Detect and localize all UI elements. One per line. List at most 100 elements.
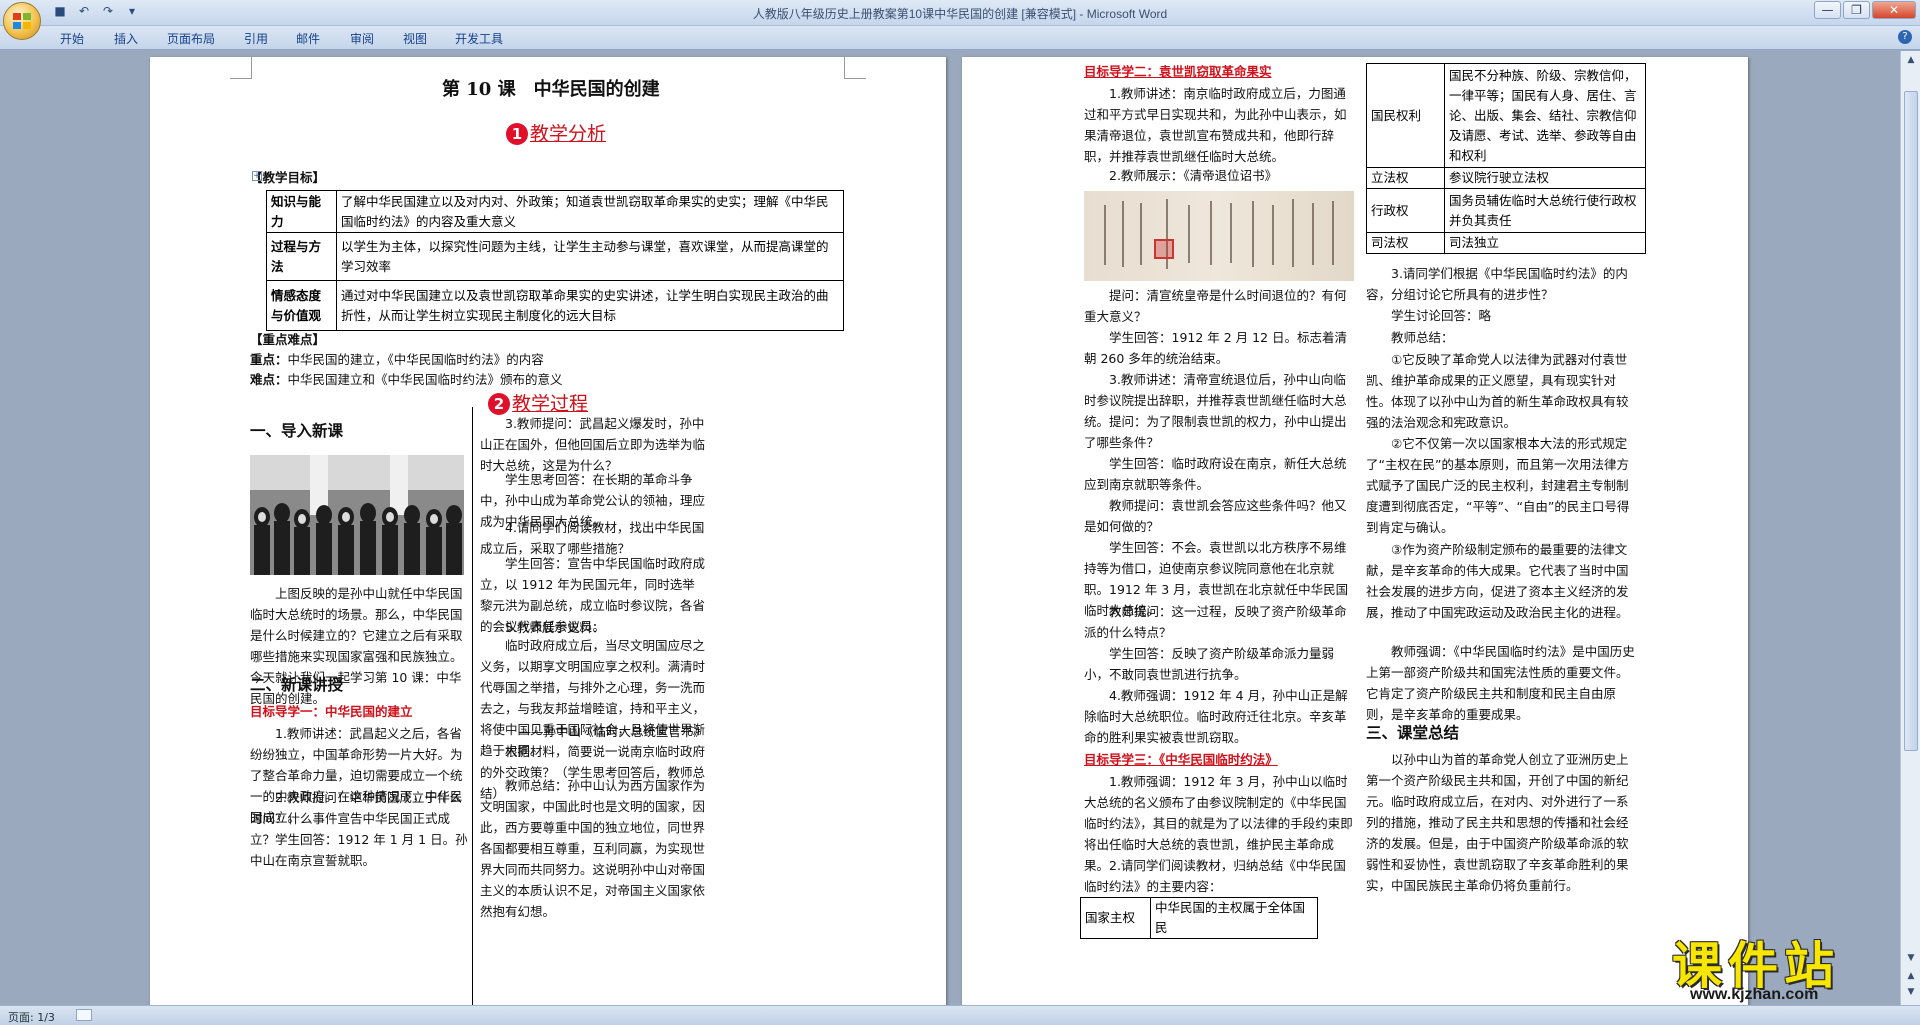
table-cell-key: 司法权 — [1366, 232, 1445, 254]
goal-2-heading: 目标导学二：袁世凯窃取革命果实 — [1084, 64, 1272, 79]
window-controls: — ❐ ✕ — [1814, 1, 1916, 19]
historical-photo — [250, 455, 464, 575]
close-icon[interactable]: ✕ — [1872, 1, 1916, 19]
scroll-up-icon[interactable]: ▲ — [1904, 53, 1918, 67]
table-cell-value: 通过对中华民国建立以及袁世凯窃取革命果实的史实讲述，让学生明白实现民主政治的曲折… — [336, 280, 844, 331]
lesson-paragraph: 1.教师讲述：南京临时政府成立后，力图通过和平方式早日实现共和，为此孙中山表示，… — [1084, 86, 1347, 164]
section-label: 教学分析 — [530, 123, 607, 145]
tab-developer[interactable]: 开发工具 — [455, 30, 503, 47]
table-cell-value: 以学生为主体，以探究性问题为主线，让学生主动参与课堂，喜欢课堂，从而提高课堂的学… — [336, 232, 844, 281]
constitution-table-part1: 国家主权 中华民国的主权属于全体国民 — [1080, 897, 1318, 939]
lesson-paragraph: 学生回答：1912 年 1 月 1 日。孙中山在南京宣誓就职。 — [250, 832, 468, 868]
help-icon[interactable]: ? — [1898, 30, 1912, 44]
tab-view[interactable]: 视图 — [403, 30, 427, 47]
lesson-paragraph: 学生回答：临时政府设在南京，新任大总统应到南京就职等条件。 — [1084, 456, 1347, 492]
difficulty-line: 难点：中华民国建立和《中华民国临时约法》颁布的意义 — [250, 369, 563, 390]
lesson-paragraph: 3.请同学们根据《中华民国临时约法》的内容，分组讨论它所具有的进步性？ — [1366, 266, 1628, 302]
scroll-thumb[interactable] — [1904, 91, 1918, 751]
tab-review[interactable]: 审阅 — [350, 30, 374, 47]
lesson-paragraph: ①它反映了革命党人以法律为武器对付袁世凯、维护革命成果的正义愿望，具有现实针对性… — [1366, 352, 1629, 430]
diff-text: 中华民国建立和《中华民国临时约法》颁布的意义 — [287, 372, 563, 387]
table-cell-key: 立法权 — [1366, 167, 1445, 189]
table-cell-key: 行政权 — [1366, 188, 1445, 233]
heading-intro: 一、导入新课 — [250, 422, 344, 440]
keypoints-heading: 【重点难点】 — [250, 332, 326, 347]
office-logo-icon — [13, 13, 31, 29]
status-bar: 页面: 1/3 — [0, 1005, 1920, 1025]
document-workspace: 第 10 课 中华民国的创建 1 教学分析 【教学目标】 + 知识与能力 了解中华… — [0, 51, 1900, 1005]
table-cell-key: 过程与方法 — [266, 232, 337, 281]
table-cell-key: 国民权利 — [1366, 63, 1445, 168]
ribbon-tabs: 开始 插入 页面布局 引用 邮件 审阅 视图 开发工具 ? — [0, 26, 1920, 50]
table-cell-value: 国民不分种族、阶级、宗教信仰，一律平等；国民有人身、居住、言论、出版、集会、结社… — [1444, 63, 1646, 168]
lesson-paragraph: 2.教师展示：《清帝退位诏书》 — [1109, 168, 1278, 183]
section-number-badge: 2 — [488, 393, 510, 415]
tab-home[interactable]: 开始 — [60, 30, 84, 47]
restore-icon[interactable]: ❐ — [1843, 1, 1870, 19]
lesson-paragraph: 4.教师强调：1912 年 4 月，孙中山正是解除临时大总统职位。临时政府迁往北… — [1084, 688, 1348, 745]
office-button[interactable] — [3, 2, 41, 40]
section-label: 教学过程 — [512, 393, 589, 415]
goal-3-heading: 目标导学三：《中华民国临时约法》 — [1084, 752, 1278, 767]
heading-new-lesson: 二、新课讲授 — [250, 676, 344, 694]
lesson-paragraph: 3.教师提问：武昌起义爆发时，孙中山正在国外，但他回国后立即为选举为临时大总统，… — [480, 416, 706, 473]
title-bar: ■ ↶ ↷ ▾ 人教版八年级历史上册教案第10课中华民国的创建 [兼容模式] -… — [0, 0, 1920, 26]
lesson-paragraph: 教师提问：这一过程，反映了资产阶级革命派的什么特点？ — [1084, 604, 1347, 640]
table-row: 情感态度与价值观 通过对中华民国建立以及袁世凯窃取革命果实的史实讲述，让学生明白… — [266, 280, 844, 331]
abdication-edict-image — [1084, 191, 1354, 281]
tab-page-layout[interactable]: 页面布局 — [167, 30, 215, 47]
table-cell-value: 了解中华民国建立以及对内对、外政策；知道袁世凯窃取革命果实的史实；理解《中华民国… — [336, 190, 844, 233]
heading-summary: 三、课堂总结 — [1366, 724, 1460, 742]
minimize-icon[interactable]: — — [1814, 1, 1841, 19]
watermark-url: www.kjzhan.com — [1690, 986, 1819, 1003]
watermark-logo: 课件站 www.kjzhan.com — [1660, 926, 1920, 1006]
lesson-paragraph: 教师总结：孙中山认为西方国家作为文明国家，中国此时也是文明的国家，因此，西方要尊… — [480, 778, 706, 919]
document-page-2[interactable]: 目标导学二：袁世凯窃取革命果实 1.教师讲述：南京临时政府成立后，力图通过和平方… — [962, 57, 1748, 1005]
table-row: 知识与能力 了解中华民国建立以及对内对、外政策；知道袁世凯窃取革命果实的史实；理… — [266, 190, 844, 233]
document-page-1[interactable]: 第 10 课 中华民国的创建 1 教学分析 【教学目标】 + 知识与能力 了解中华… — [150, 57, 946, 1005]
crop-mark — [230, 57, 252, 79]
key-point-line: 重点：中华民国的建立，《中华民国临时约法》的内容 — [250, 349, 544, 370]
lesson-paragraph: 提问：清宣统皇帝是什么时间退位的？有何重大意义？ — [1084, 288, 1347, 324]
constitution-table-part2: 国民权利 国民不分种族、阶级、宗教信仰，一律平等；国民有人身、居住、言论、出版、… — [1366, 63, 1646, 254]
lesson-paragraph: 2.请同学们阅读教材，归纳总结《中华民国临时约法》的主要内容： — [1084, 858, 1346, 894]
table-row: 行政权 国务员辅佐临时大总统行使行政权并负其责任 — [1366, 188, 1646, 233]
page-indicator[interactable]: 页面: 1/3 — [8, 1009, 55, 1025]
lesson-paragraph: 3.教师讲述：清帝宣统退位后，孙中山向临时参议院提出辞职，并推荐袁世凯继任临时大… — [1084, 372, 1347, 450]
table-cell-value: 国务员辅佐临时大总统行使行政权并负其责任 — [1444, 188, 1646, 233]
table-row: 司法权 司法独立 — [1366, 232, 1646, 254]
table-row: 国家主权 中华民国的主权属于全体国民 — [1080, 897, 1318, 939]
table-cell-key: 情感态度与价值观 — [266, 280, 337, 331]
diff-label: 难点： — [250, 372, 288, 387]
lesson-paragraph: 教师提问：袁世凯会答应这些条件吗？他又是如何做的？ — [1084, 498, 1347, 534]
table-cell-value: 参议院行驶立法权 — [1444, 167, 1646, 189]
window-title: 人教版八年级历史上册教案第10课中华民国的创建 [兼容模式] - Microso… — [752, 7, 1168, 21]
table-row: 立法权 参议院行驶立法权 — [1366, 167, 1646, 189]
vertical-scrollbar[interactable]: ▲ ▼ ▲ ▼ — [1900, 51, 1920, 1005]
section-heading-analysis: 1 教学分析 — [506, 123, 606, 146]
crowd-photo-icon — [250, 455, 464, 575]
lesson-paragraph: ③作为资产阶级制定颁布的最重要的法律文献，是辛亥革命的伟大成果。它代表了当时中国… — [1366, 542, 1629, 620]
table-cell-value: 司法独立 — [1444, 232, 1646, 254]
tab-references[interactable]: 引用 — [244, 30, 268, 47]
quote-source: ——孙中山《临时大总统宣言书》 — [518, 724, 706, 739]
table-row: 过程与方法 以学生为主体，以探究性问题为主线，让学生主动参与课堂，喜欢课堂，从而… — [266, 232, 844, 281]
seal-stamp-icon — [1154, 239, 1174, 259]
tab-mailings[interactable]: 邮件 — [296, 30, 320, 47]
summary-paragraph: 以孙中山为首的革命党人创立了亚洲历史上第一个资产阶级民主共和国，开创了中国的新纪… — [1366, 752, 1629, 893]
table-row: 国民权利 国民不分种族、阶级、宗教信仰，一律平等；国民有人身、居住、言论、出版、… — [1366, 63, 1646, 168]
table-cell-key: 国家主权 — [1080, 897, 1151, 939]
lesson-paragraph: 教师强调：《中华民国临时约法》是中国历史上第一部资产阶级共和国宪法性质的重要文件… — [1366, 644, 1635, 722]
lesson-paragraph: ②它不仅第一次以国家根本大法的形式规定了“主权在民”的基本原则，而且第一次用法律… — [1366, 436, 1630, 535]
column-divider — [472, 407, 473, 1005]
key-label: 重点： — [250, 352, 288, 367]
table-cell-value: 中华民国的主权属于全体国民 — [1150, 897, 1318, 939]
tab-insert[interactable]: 插入 — [114, 30, 138, 47]
lesson-paragraph: 教师总结： — [1391, 330, 1454, 345]
key-text: 中华民国的建立，《中华民国临时约法》的内容 — [287, 352, 544, 367]
lesson-paragraph: 学生回答：反映了资产阶级革命派力量弱小，不敢同袁世凯进行抗争。 — [1084, 646, 1335, 682]
proofing-icon[interactable] — [76, 1009, 92, 1021]
goal-1-heading: 目标导学一：中华民国的建立 — [250, 704, 413, 719]
objectives-table: 知识与能力 了解中华民国建立以及对内对、外政策；知道袁世凯窃取革命果实的史实；理… — [266, 190, 844, 331]
table-move-icon[interactable]: + — [252, 171, 262, 181]
